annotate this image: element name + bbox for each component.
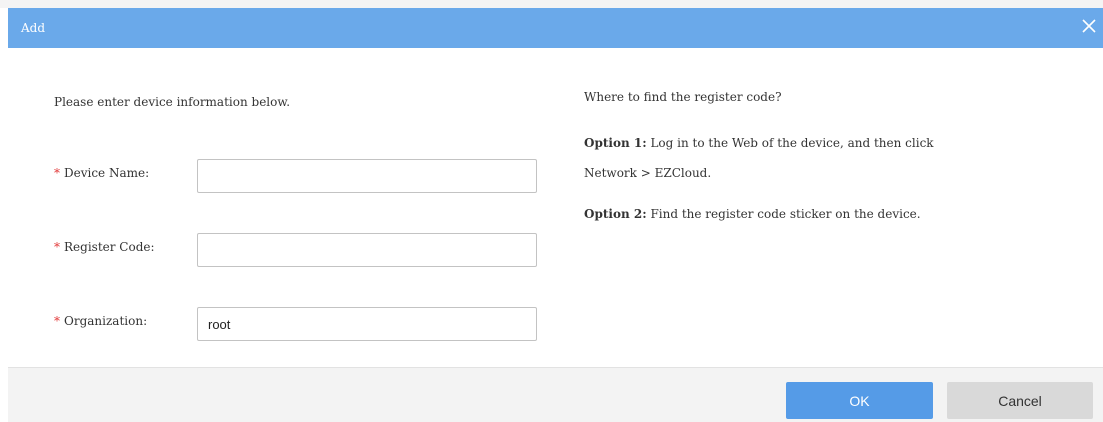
ok-button[interactable]: OK: [786, 382, 933, 419]
device-name-label: * Device Name:: [54, 166, 149, 180]
help-heading: Where to find the register code?: [584, 90, 782, 104]
option1-text: Log in to the Web of the device, and the…: [646, 136, 934, 150]
required-mark: *: [54, 314, 60, 328]
organization-label-text: Organization:: [64, 314, 148, 328]
intro-text: Please enter device information below.: [54, 95, 291, 109]
option1-title: Option 1:: [584, 136, 647, 150]
option2-title: Option 2:: [584, 207, 647, 221]
required-mark: *: [54, 166, 60, 180]
help-option1: Option 1: Log in to the Web of the devic…: [584, 136, 934, 150]
register-code-input[interactable]: [197, 233, 537, 267]
background-strip: [0, 0, 1103, 8]
close-icon[interactable]: [1082, 19, 1096, 33]
organization-label: * Organization:: [54, 314, 147, 328]
required-mark: *: [54, 240, 60, 254]
cancel-button[interactable]: Cancel: [947, 382, 1093, 419]
add-device-dialog: Add Please enter device information belo…: [8, 8, 1103, 422]
dialog-footer: OK Cancel: [8, 367, 1103, 422]
device-name-label-text: Device Name:: [64, 166, 150, 180]
help-option1-path: Network > EZCloud.: [584, 166, 712, 180]
device-name-input[interactable]: [197, 159, 537, 193]
dialog-titlebar: Add: [8, 8, 1103, 48]
organization-input[interactable]: [197, 307, 537, 341]
dialog-title: Add: [21, 21, 46, 35]
register-code-label-text: Register Code:: [64, 240, 155, 254]
option2-text: Find the register code sticker on the de…: [646, 207, 921, 221]
help-option2: Option 2: Find the register code sticker…: [584, 207, 921, 221]
register-code-label: * Register Code:: [54, 240, 155, 254]
